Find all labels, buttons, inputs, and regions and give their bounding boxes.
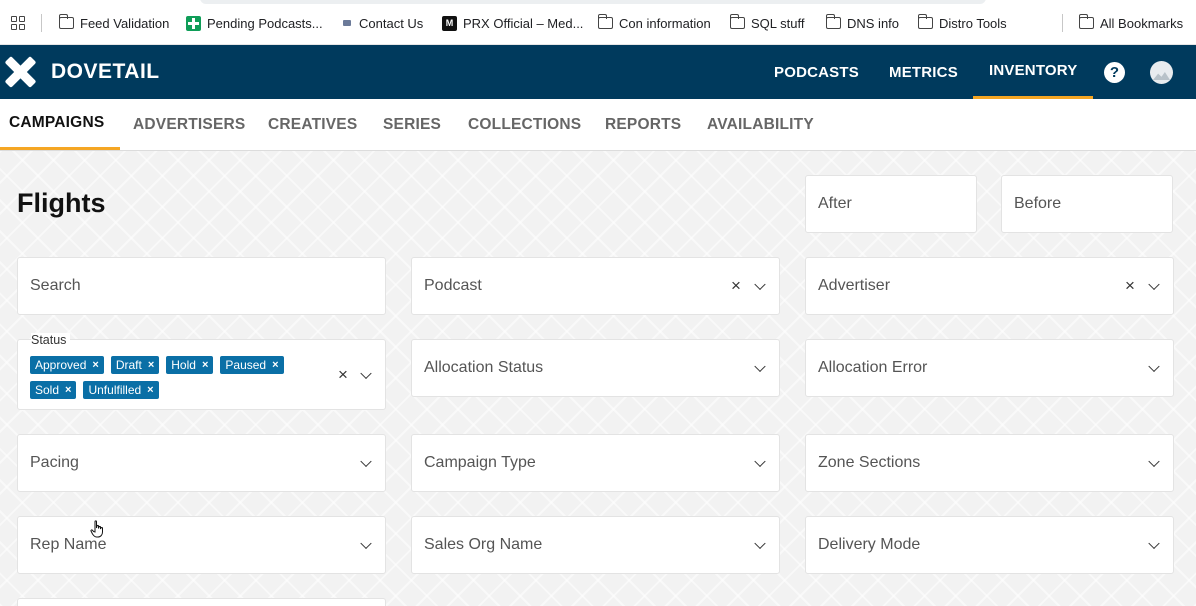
- tab-availability[interactable]: AVAILABILITY: [707, 99, 814, 150]
- bookmark-contact-us[interactable]: Contact Us: [343, 14, 423, 32]
- podcast-placeholder: Podcast: [424, 277, 482, 294]
- chip-remove-icon[interactable]: ×: [65, 384, 71, 396]
- zone-sections-placeholder: Zone Sections: [818, 454, 921, 471]
- dovetail-logo[interactable]: DOVETAIL: [4, 56, 160, 88]
- search-input[interactable]: Search: [17, 257, 386, 315]
- after-placeholder: After: [818, 195, 852, 212]
- tab-reports[interactable]: REPORTS: [605, 99, 681, 150]
- bookmark-all-bookmarks[interactable]: All Bookmarks: [1078, 14, 1183, 32]
- chevron-down-icon[interactable]: [754, 537, 766, 550]
- bookmark-pending-podcasts[interactable]: Pending Podcasts...: [186, 14, 323, 32]
- clear-icon[interactable]: ×: [1125, 276, 1135, 296]
- clear-icon[interactable]: ×: [338, 365, 348, 385]
- tab-advertisers[interactable]: ADVERTISERS: [133, 99, 245, 150]
- avatar[interactable]: [1150, 61, 1173, 84]
- chevron-down-icon[interactable]: [754, 278, 766, 291]
- advertiser-select[interactable]: Advertiser ×: [805, 257, 1174, 315]
- next-filter-field[interactable]: [17, 598, 386, 606]
- after-date-input[interactable]: After: [805, 175, 977, 233]
- podcast-select[interactable]: Podcast ×: [411, 257, 780, 315]
- campaign-type-placeholder: Campaign Type: [424, 454, 536, 471]
- chevron-down-icon[interactable]: [1148, 360, 1160, 373]
- page-title: Flights: [17, 188, 106, 218]
- chip-unfulfilled: Unfulfilled ×: [83, 381, 159, 399]
- zone-sections-select[interactable]: Zone Sections: [805, 434, 1174, 492]
- chevron-down-icon[interactable]: [1148, 455, 1160, 468]
- tab-creatives[interactable]: CREATIVES: [268, 99, 357, 150]
- allocation-error-placeholder: Allocation Error: [818, 359, 928, 376]
- chip-remove-icon[interactable]: ×: [147, 384, 153, 396]
- bookmark-feed-validation[interactable]: Feed Validation: [58, 14, 169, 32]
- campaign-type-select[interactable]: Campaign Type: [411, 434, 780, 492]
- logo-x-icon: [4, 56, 37, 88]
- nav-podcasts[interactable]: PODCASTS: [774, 45, 859, 99]
- chevron-down-icon[interactable]: [360, 367, 372, 379]
- before-placeholder: Before: [1014, 195, 1062, 212]
- chip-approved: Approved ×: [30, 356, 104, 374]
- allocation-status-placeholder: Allocation Status: [424, 359, 544, 376]
- chevron-down-icon[interactable]: [360, 455, 372, 468]
- clear-icon[interactable]: ×: [731, 276, 741, 296]
- delivery-mode-placeholder: Delivery Mode: [818, 536, 921, 553]
- bookmarks-divider: [41, 14, 42, 32]
- allocation-error-select[interactable]: Allocation Error: [805, 339, 1174, 397]
- before-date-input[interactable]: Before: [1001, 175, 1173, 233]
- contact-icon: [343, 20, 351, 26]
- bookmark-prx-official[interactable]: M PRX Official – Med...: [442, 14, 583, 32]
- bookmark-dns-info[interactable]: DNS info: [825, 14, 899, 32]
- chip-remove-icon[interactable]: ×: [202, 359, 208, 371]
- nav-metrics[interactable]: METRICS: [889, 45, 958, 99]
- rep-name-select[interactable]: Rep Name: [17, 516, 386, 574]
- help-icon[interactable]: ?: [1104, 62, 1125, 83]
- nav-inventory[interactable]: INVENTORY: [973, 45, 1094, 99]
- apps-grid-icon[interactable]: [11, 16, 25, 30]
- medium-icon: M: [442, 15, 457, 31]
- bookmark-con-information[interactable]: Con information: [597, 14, 711, 32]
- tab-series[interactable]: SERIES: [383, 99, 441, 150]
- bookmark-distro-tools[interactable]: Distro Tools: [917, 14, 1007, 32]
- folder-icon: [597, 14, 613, 29]
- chip-hold: Hold ×: [166, 356, 214, 374]
- brand-name: DOVETAIL: [51, 60, 160, 83]
- chip-remove-icon[interactable]: ×: [92, 359, 98, 371]
- chip-remove-icon[interactable]: ×: [272, 359, 278, 371]
- chip-draft: Draft ×: [110, 356, 160, 374]
- tab-collections[interactable]: COLLECTIONS: [468, 99, 581, 150]
- chip-paused: Paused ×: [220, 356, 284, 374]
- top-navbar: DOVETAIL PODCASTS METRICS INVENTORY: [0, 45, 1196, 99]
- status-label: Status: [31, 333, 71, 347]
- chevron-down-icon[interactable]: [360, 537, 372, 550]
- allocation-status-select[interactable]: Allocation Status: [411, 339, 780, 397]
- advertiser-placeholder: Advertiser: [818, 277, 891, 294]
- pacing-select[interactable]: Pacing: [17, 434, 386, 492]
- hand-cursor-icon: [90, 520, 103, 538]
- folder-icon: [1078, 14, 1094, 29]
- bookmark-sql-stuff[interactable]: SQL stuff: [729, 14, 804, 32]
- chip-remove-icon[interactable]: ×: [148, 359, 154, 371]
- status-select[interactable]: Status Approved × Draft × Hold × Paused × So…: [17, 333, 386, 410]
- chevron-down-icon[interactable]: [1148, 537, 1160, 550]
- search-placeholder: Search: [30, 277, 81, 294]
- rep-name-placeholder: Rep Name: [30, 536, 107, 553]
- bookmarks-divider: [1062, 14, 1063, 32]
- folder-icon: [825, 14, 841, 29]
- delivery-mode-select[interactable]: Delivery Mode: [805, 516, 1174, 574]
- address-bar-edge: [0, 0, 1196, 6]
- chip-sold: Sold ×: [30, 381, 77, 399]
- sheet-icon: [186, 15, 201, 31]
- folder-icon: [729, 14, 745, 29]
- tab-campaigns[interactable]: CAMPAIGNS: [0, 99, 121, 150]
- pacing-placeholder: Pacing: [30, 454, 79, 471]
- chevron-down-icon[interactable]: [754, 360, 766, 373]
- sales-org-name-select[interactable]: Sales Org Name: [411, 516, 780, 574]
- chevron-down-icon[interactable]: [1148, 278, 1160, 291]
- status-chips: Approved × Draft × Hold × Paused × Sold × Unf…: [30, 356, 330, 399]
- sub-navigation: CAMPAIGNS ADVERTISERS CREATIVES SERIES C…: [0, 99, 1196, 151]
- chevron-down-icon[interactable]: [754, 455, 766, 468]
- bookmarks-bar: Feed Validation Pending Podcasts... Cont…: [0, 0, 1196, 45]
- folder-icon: [58, 14, 74, 29]
- sales-org-name-placeholder: Sales Org Name: [424, 536, 543, 553]
- folder-icon: [917, 14, 933, 29]
